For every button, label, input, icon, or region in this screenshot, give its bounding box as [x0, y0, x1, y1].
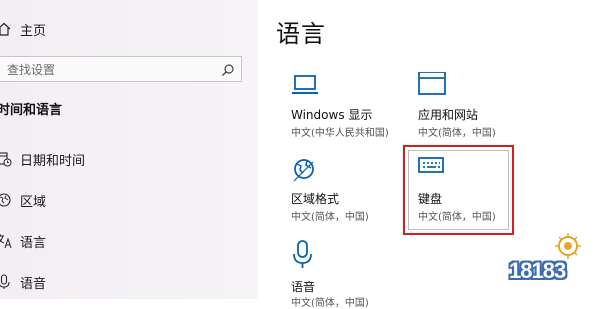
microphone-icon	[0, 272, 14, 292]
tile-title: 区域格式	[291, 192, 340, 206]
calendar-clock-icon	[0, 149, 14, 169]
tile-subtitle: 中文(简体，中国)	[418, 212, 496, 223]
search-input[interactable]	[5, 59, 209, 81]
sidebar-item-label: 语音	[20, 276, 47, 292]
tile-subtitle: 中文(中华人民共和国)	[291, 128, 389, 139]
tile-title: Windows 显示	[291, 108, 373, 122]
sidebar-item-region[interactable]: 区域	[0, 190, 46, 210]
tile-title: 应用和网站	[418, 108, 479, 122]
sidebar-item-label: 区域	[20, 194, 47, 210]
sidebar-item-speech[interactable]: 语音	[0, 272, 46, 292]
language-icon	[0, 231, 14, 251]
tile-subtitle: 中文(简体，中国)	[291, 298, 369, 309]
laptop-icon	[291, 72, 319, 102]
microphone-icon	[291, 240, 315, 274]
tile-subtitle: 中文(简体，中国)	[291, 212, 369, 223]
page-title: 语言	[276, 20, 326, 48]
region-globe-icon	[0, 190, 14, 210]
keyboard-icon	[418, 156, 446, 180]
sidebar-item-language[interactable]: 语言	[0, 231, 46, 251]
tile-title: 语音	[291, 280, 316, 294]
tile-title: 键盘	[418, 192, 443, 206]
globe-icon	[291, 156, 319, 188]
tile-subtitle: 中文(简体，中国)	[418, 128, 496, 139]
search-field[interactable]	[0, 56, 242, 82]
sidebar-item-date-time[interactable]: 日期和时间	[0, 149, 85, 169]
search-icon[interactable]	[221, 62, 235, 81]
section-title: 时间和语言	[0, 103, 63, 118]
window-icon	[418, 71, 446, 102]
home-icon	[0, 19, 14, 39]
sidebar-item-label: 语言	[20, 235, 47, 251]
sidebar-item-label: 日期和时间	[20, 153, 86, 169]
sidebar-item-label: 主页	[20, 23, 47, 39]
watermark-text: 18183	[509, 258, 566, 283]
sidebar: 主页 时间和语言 日期和时间 区域 语言 语音	[0, 0, 258, 299]
sidebar-item-home[interactable]: 主页	[0, 19, 46, 39]
